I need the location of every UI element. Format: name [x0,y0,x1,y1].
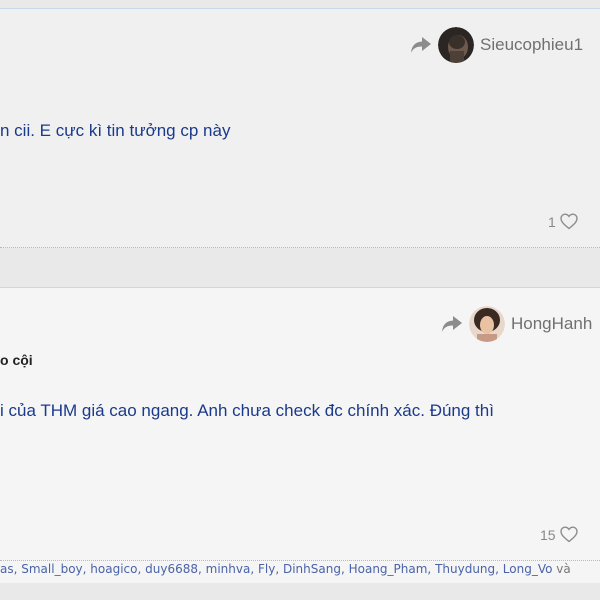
liker-link[interactable]: duy6688 [145,562,198,576]
like-count: 1 [548,213,556,230]
likers-suffix: và [556,562,571,576]
share-arrow-icon[interactable] [441,315,463,333]
heart-icon[interactable] [560,213,578,230]
likers-list: as, Small_boy, hoagico, duy6688, minhva,… [0,561,600,583]
avatar[interactable] [438,27,474,63]
post-message: i của THM giá cao ngang. Anh chưa check … [0,401,494,420]
liker-link[interactable]: Long_Vo [503,562,553,576]
post: Sieucophieu1 n cii. E cực kì tin tưởng c… [0,8,600,248]
post-author: Sieucophieu1 [410,27,583,63]
liker-link[interactable]: Hoang_Pham [349,562,428,576]
liker-link[interactable]: as [0,562,14,576]
like-widget: 15 [540,526,578,543]
liker-link[interactable]: Thuydung [435,562,495,576]
liker-link[interactable]: hoagico [90,562,137,576]
like-widget: 1 [548,213,578,230]
post: HongHanh o cội i của THM giá cao ngang. … [0,287,600,561]
liker-link[interactable]: Fly [258,562,275,576]
liker-link[interactable]: DinhSang [283,562,341,576]
like-count: 15 [540,526,556,543]
post-author: HongHanh [441,306,592,342]
liker-link[interactable]: minhva [206,562,251,576]
post-title: o cội [0,352,33,368]
footer-gap [0,583,600,600]
forum-thread: Sieucophieu1 n cii. E cực kì tin tưởng c… [0,0,600,600]
share-arrow-icon[interactable] [410,36,432,54]
post-message: n cii. E cực kì tin tưởng cp này [0,121,231,140]
liker-link[interactable]: Small_boy [21,562,82,576]
username[interactable]: HongHanh [511,314,592,334]
avatar[interactable] [469,306,505,342]
username[interactable]: Sieucophieu1 [480,35,583,55]
heart-icon[interactable] [559,526,578,543]
